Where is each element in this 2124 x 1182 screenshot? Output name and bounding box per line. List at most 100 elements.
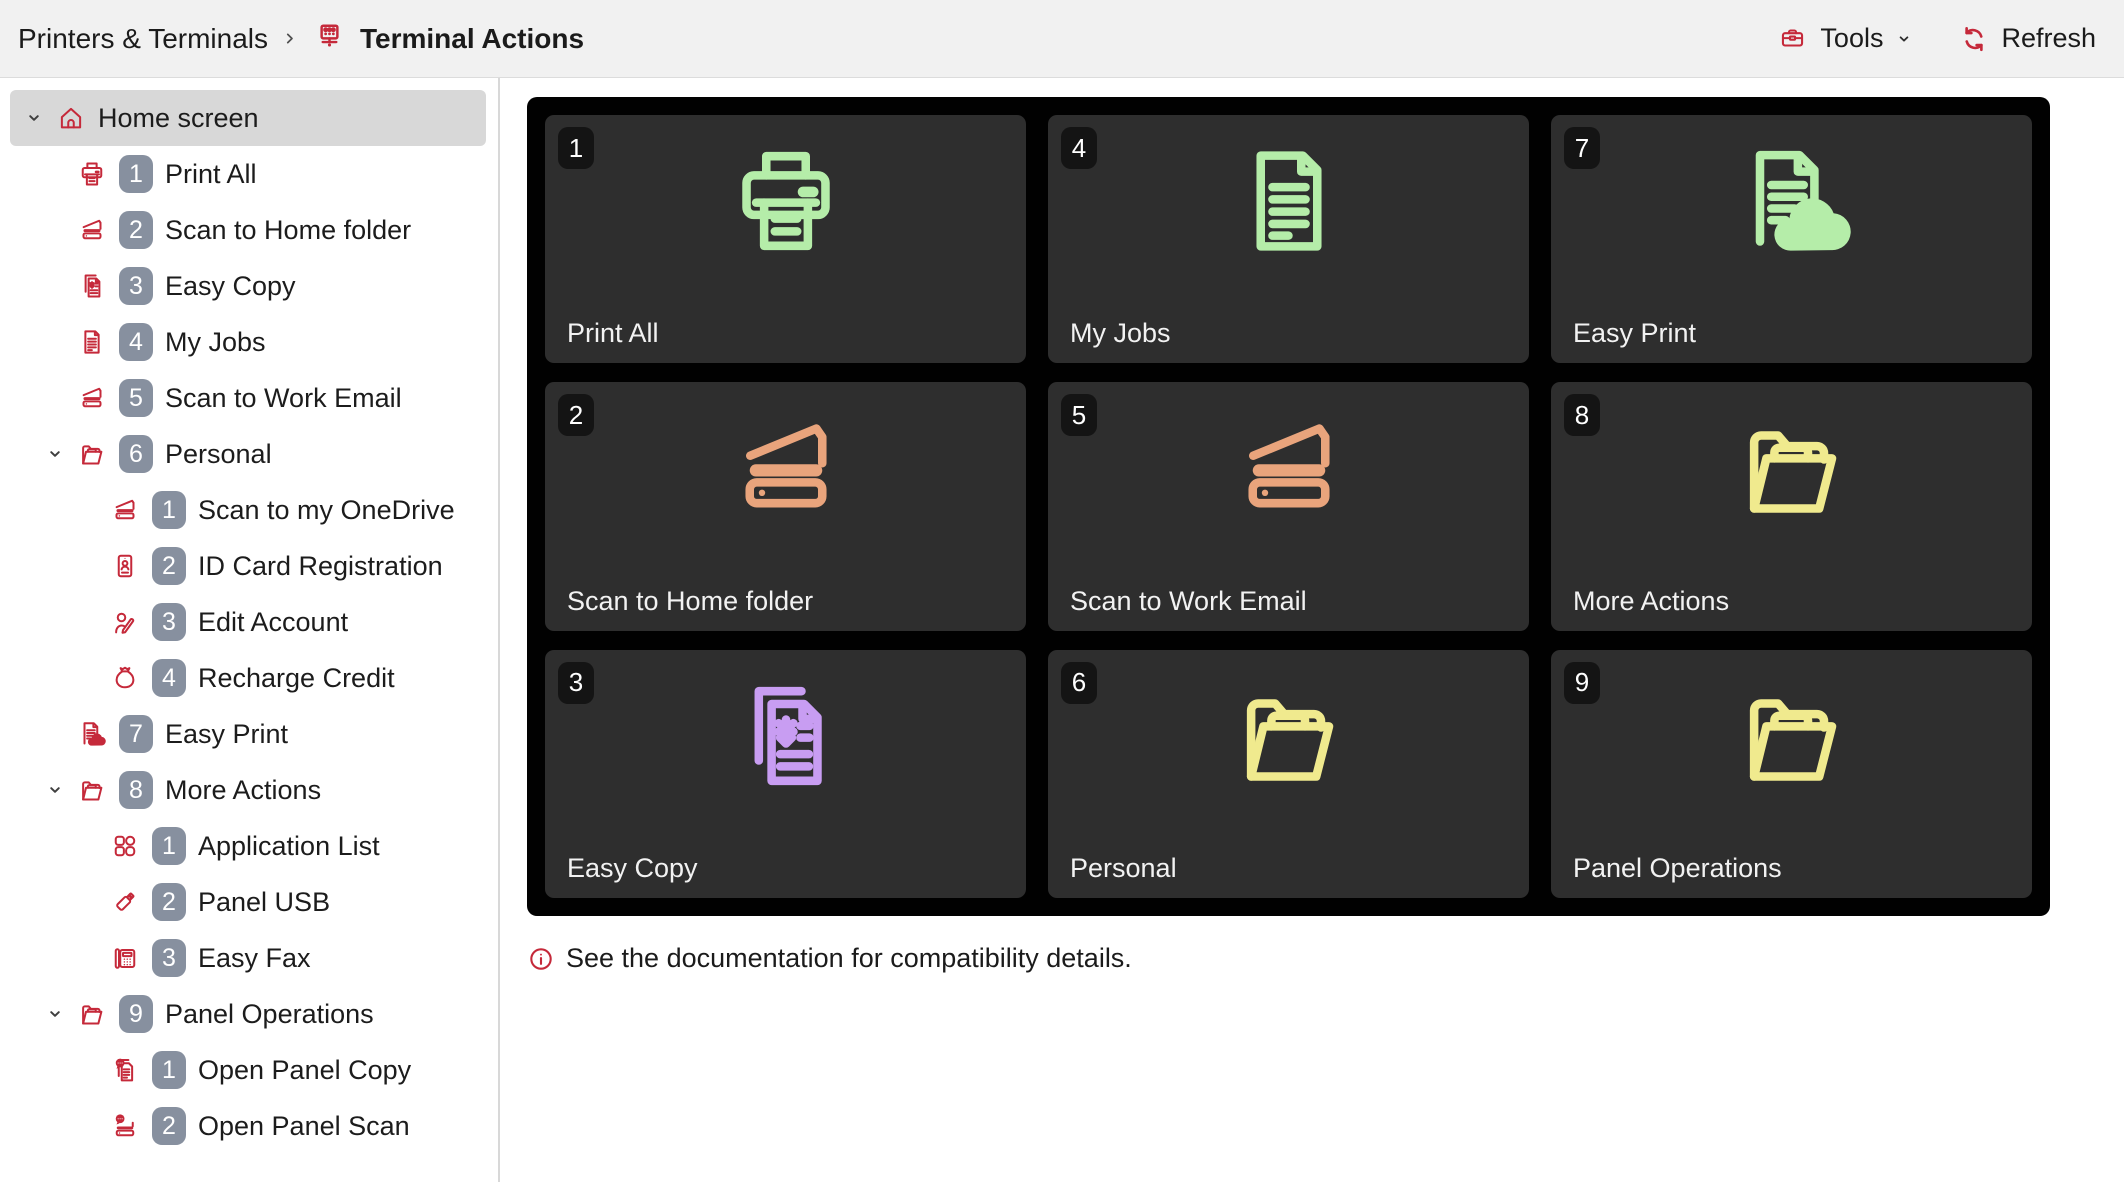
home-icon bbox=[56, 103, 86, 133]
sidebar-item-label: Home screen bbox=[98, 103, 259, 134]
folder-icon bbox=[77, 999, 107, 1029]
doccloud-icon bbox=[77, 719, 107, 749]
tile-number-badge: 7 bbox=[1564, 127, 1600, 169]
tile-number-badge: 9 bbox=[1564, 662, 1600, 704]
item-number-badge: 2 bbox=[152, 883, 186, 921]
item-number-badge: 7 bbox=[119, 715, 153, 753]
scanner-icon bbox=[722, 404, 850, 532]
sidebar-item-id-card-registration[interactable]: 2ID Card Registration bbox=[0, 538, 498, 594]
sidebar-item-application-list[interactable]: 1 Application List bbox=[0, 818, 498, 874]
sidebar-item-scan-to-home-folder[interactable]: 2 Scan to Home folder bbox=[0, 202, 498, 258]
chevron-down-icon bbox=[45, 1004, 65, 1024]
refresh-button[interactable]: Refresh bbox=[1959, 23, 2096, 54]
sidebar-item-label: Panel Operations bbox=[165, 999, 374, 1030]
docbubble-icon bbox=[110, 1055, 140, 1085]
item-number-badge: 1 bbox=[152, 491, 186, 529]
item-number-badge: 2 bbox=[152, 1107, 186, 1145]
sidebar-item-panel-operations[interactable]: 9 Panel Operations bbox=[0, 986, 498, 1042]
item-number-badge: 6 bbox=[119, 435, 153, 473]
tile-print-all[interactable]: 1Print All bbox=[545, 115, 1026, 363]
chevron-down-icon bbox=[45, 444, 65, 464]
tile-number-badge: 1 bbox=[558, 127, 594, 169]
document-icon bbox=[77, 327, 107, 357]
folder-icon bbox=[1728, 404, 1856, 532]
tile-number-badge: 2 bbox=[558, 394, 594, 436]
printer-icon bbox=[77, 159, 107, 189]
sidebar-item-edit-account[interactable]: 3Edit Account bbox=[0, 594, 498, 650]
header-actions: Tools Refresh bbox=[1777, 23, 2096, 54]
item-number-badge: 1 bbox=[152, 827, 186, 865]
item-number-badge: 3 bbox=[152, 939, 186, 977]
folder-icon bbox=[77, 775, 107, 805]
sidebar-item-home-screen[interactable]: Home screen bbox=[10, 90, 486, 146]
breadcrumb-root[interactable]: Printers & Terminals bbox=[18, 23, 268, 55]
tile-number-badge: 3 bbox=[558, 662, 594, 704]
item-number-badge: 9 bbox=[119, 995, 153, 1033]
item-number-badge: 8 bbox=[119, 771, 153, 809]
sidebar-item-label: Easy Print bbox=[165, 719, 288, 750]
sidebar-item-easy-print[interactable]: 7 Easy Print bbox=[0, 706, 498, 762]
sidebar-item-label: Recharge Credit bbox=[198, 663, 395, 694]
scanner-icon bbox=[77, 215, 107, 245]
tile-easy-print[interactable]: 7Easy Print bbox=[1551, 115, 2032, 363]
sidebar-item-recharge-credit[interactable]: 4 Recharge Credit bbox=[0, 650, 498, 706]
tile-more-actions[interactable]: 8More Actions bbox=[1551, 382, 2032, 630]
tile-label: Panel Operations bbox=[1573, 853, 1782, 884]
info-icon bbox=[527, 945, 555, 973]
sidebar-item-more-actions[interactable]: 8 More Actions bbox=[0, 762, 498, 818]
tile-scan-to-work-email[interactable]: 5 Scan to Work Email bbox=[1048, 382, 1529, 630]
editaccount-icon bbox=[110, 607, 140, 637]
tile-personal[interactable]: 6Personal bbox=[1048, 650, 1529, 898]
tile-number-badge: 8 bbox=[1564, 394, 1600, 436]
tile-panel-operations[interactable]: 9 Panel Operations bbox=[1551, 650, 2032, 898]
sidebar-item-label: Scan to Home folder bbox=[165, 215, 411, 246]
sidebar-item-print-all[interactable]: 1Print All bbox=[0, 146, 498, 202]
tile-easy-copy[interactable]: 3 Easy Copy bbox=[545, 650, 1026, 898]
item-number-badge: 2 bbox=[152, 547, 186, 585]
item-number-badge: 4 bbox=[152, 659, 186, 697]
scanner-icon bbox=[1225, 404, 1353, 532]
folder-icon bbox=[1728, 672, 1856, 800]
tile-label: Easy Copy bbox=[567, 853, 698, 884]
tools-button[interactable]: Tools bbox=[1777, 23, 1913, 54]
item-number-badge: 4 bbox=[119, 323, 153, 361]
sidebar-item-personal[interactable]: 6Personal bbox=[0, 426, 498, 482]
scanner-icon bbox=[110, 495, 140, 525]
sidebar-item-easy-fax[interactable]: 3Easy Fax bbox=[0, 930, 498, 986]
sidebar-item-easy-copy[interactable]: 3Easy Copy bbox=[0, 258, 498, 314]
scanner-icon bbox=[77, 383, 107, 413]
tile-number-badge: 5 bbox=[1061, 394, 1097, 436]
sidebar-item-label: Open Panel Copy bbox=[198, 1055, 411, 1086]
tools-button-label: Tools bbox=[1820, 23, 1883, 54]
tile-scan-to-home-folder[interactable]: 2Scan to Home folder bbox=[545, 382, 1026, 630]
tile-label: Scan to Work Email bbox=[1070, 586, 1307, 617]
item-number-badge: 2 bbox=[119, 211, 153, 249]
sidebar-item-open-panel-scan[interactable]: 2Open Panel Scan bbox=[0, 1098, 498, 1154]
sidebar-item-label: More Actions bbox=[165, 775, 321, 806]
sidebar-item-label: Application List bbox=[198, 831, 380, 862]
sidebar-item-label: Scan to my OneDrive bbox=[198, 495, 455, 526]
tile-label: My Jobs bbox=[1070, 318, 1171, 349]
header: Printers & Terminals Terminal Actions To… bbox=[0, 0, 2124, 78]
chevron-right-icon bbox=[280, 29, 299, 48]
note-text: See the documentation for compatibility … bbox=[566, 943, 1132, 974]
item-number-badge: 3 bbox=[119, 267, 153, 305]
sidebar-item-my-jobs[interactable]: 4My Jobs bbox=[0, 314, 498, 370]
breadcrumb: Printers & Terminals Terminal Actions bbox=[18, 20, 584, 57]
tile-number-badge: 6 bbox=[1061, 662, 1097, 704]
moneybag-icon bbox=[110, 663, 140, 693]
sidebar-item-label: Print All bbox=[165, 159, 257, 190]
sidebar-item-label: Scan to Work Email bbox=[165, 383, 402, 414]
sidebar-item-panel-usb[interactable]: 2 Panel USB bbox=[0, 874, 498, 930]
item-number-badge: 5 bbox=[119, 379, 153, 417]
printer-icon bbox=[722, 137, 850, 265]
copy-icon bbox=[722, 672, 850, 800]
sidebar-item-scan-to-work-email[interactable]: 5 Scan to Work Email bbox=[0, 370, 498, 426]
sidebar-item-label: Panel USB bbox=[198, 887, 330, 918]
sidebar-tree: Home screen1Print All2Scan to Home folde… bbox=[0, 78, 500, 1182]
sidebar-item-open-panel-copy[interactable]: 1Open Panel Copy bbox=[0, 1042, 498, 1098]
sidebar-item-scan-to-my-onedrive[interactable]: 1 Scan to my OneDrive bbox=[0, 482, 498, 538]
folder-icon bbox=[77, 439, 107, 469]
appgrid-icon bbox=[110, 831, 140, 861]
tile-my-jobs[interactable]: 4My Jobs bbox=[1048, 115, 1529, 363]
